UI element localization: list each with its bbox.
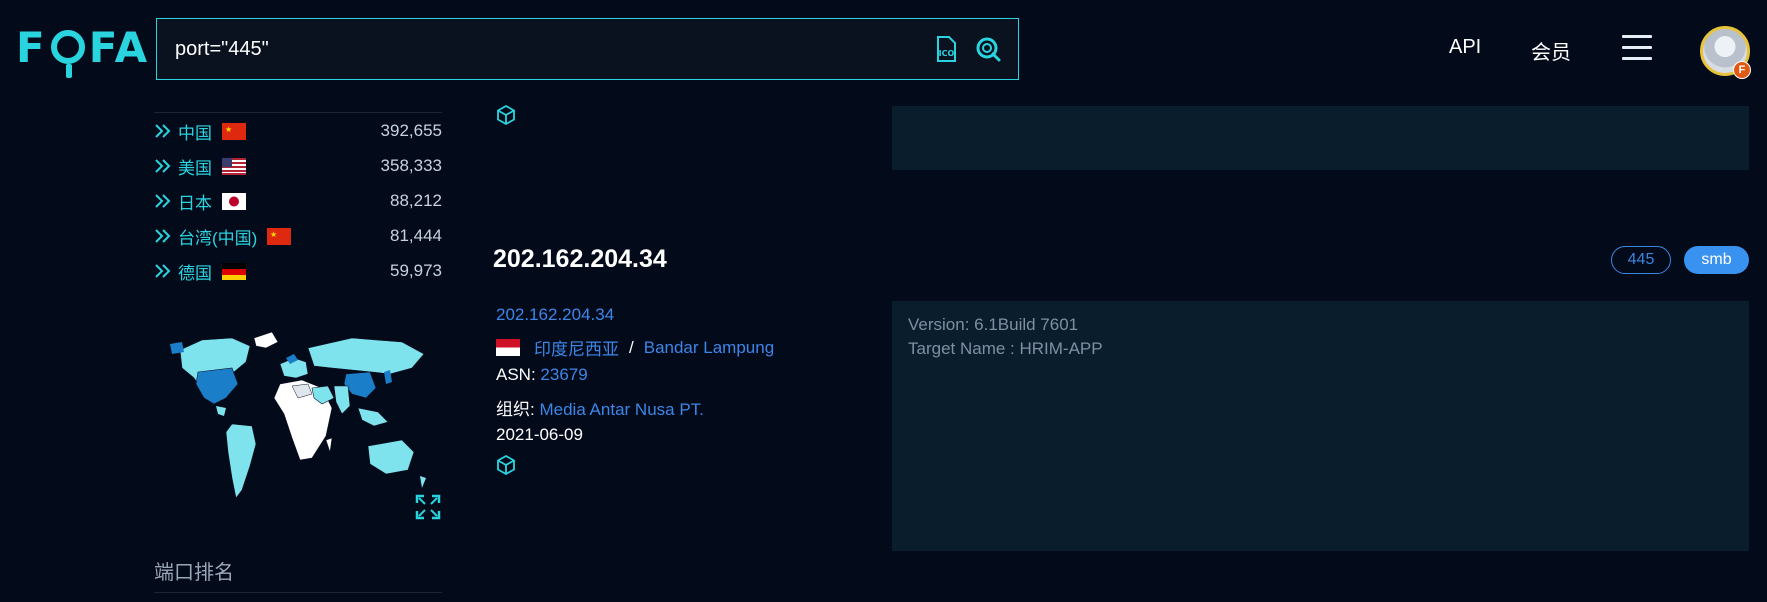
asn-row: ASN: 23679 xyxy=(496,365,588,385)
result-ip-title[interactable]: 202.162.204.34 xyxy=(493,245,667,274)
location-row: 印度尼西亚 / Bandar Lampung xyxy=(496,335,774,360)
asn-label: ASN: xyxy=(496,365,536,384)
search-actions: ICO xyxy=(932,35,1018,63)
org-label: 组织: xyxy=(496,400,535,419)
country-name: 日本 xyxy=(178,193,212,213)
avatar-badge: F xyxy=(1733,61,1751,79)
fullscreen-icon[interactable] xyxy=(415,494,441,520)
menu-icon[interactable] xyxy=(1622,34,1652,60)
indonesia-flag-icon xyxy=(496,339,520,356)
banner-text: Version: 6.1Build 7601 Target Name : HRI… xyxy=(908,313,1103,361)
country-name: 中国 xyxy=(178,123,212,143)
ip-link-row: 202.162.204.34 xyxy=(496,305,614,325)
nav-api-link[interactable]: API xyxy=(1449,36,1481,59)
org-row: 组织: Media Antar Nusa PT. xyxy=(496,395,704,420)
usa-flag-icon xyxy=(222,157,246,175)
city-link[interactable]: Bandar Lampung xyxy=(644,338,774,358)
search-input[interactable] xyxy=(157,36,932,62)
cube-icon[interactable] xyxy=(495,104,517,126)
country-count: 88,212 xyxy=(390,191,442,210)
banner-panel[interactable]: Version: 6.1Build 7601 Target Name : HRI… xyxy=(892,301,1749,551)
country-name: 德国 xyxy=(178,263,212,283)
port-tag[interactable]: 445 xyxy=(1611,246,1671,274)
location-separator: / xyxy=(629,337,634,357)
svg-text:ICO: ICO xyxy=(939,49,955,58)
country-row-germany[interactable]: 德国 59,973 xyxy=(154,256,442,286)
svg-text:★: ★ xyxy=(225,125,232,134)
country-row-usa[interactable]: 美国 358,333 xyxy=(154,151,442,181)
country-count: 81,444 xyxy=(390,226,442,245)
country-name: 台湾(中国) xyxy=(178,228,258,248)
search-icon[interactable] xyxy=(974,35,1002,63)
menu-bar xyxy=(1622,57,1652,60)
country-row-taiwan[interactable]: 台湾(中国) ★ 81,444 xyxy=(154,221,442,251)
banner-panel-previous xyxy=(892,106,1749,170)
double-chevron-right-icon xyxy=(155,124,171,138)
country-count: 59,973 xyxy=(390,261,442,280)
world-map[interactable] xyxy=(162,328,442,518)
double-chevron-right-icon xyxy=(155,229,171,243)
cube-icon[interactable] xyxy=(495,454,517,476)
double-chevron-right-icon xyxy=(155,159,171,173)
germany-flag-icon xyxy=(222,262,246,280)
org-link[interactable]: Media Antar Nusa PT. xyxy=(539,400,703,419)
ico-search-icon[interactable]: ICO xyxy=(932,35,960,63)
menu-bar xyxy=(1622,35,1652,38)
top-header: F FA ICO API 会员 F xyxy=(0,0,1767,100)
double-chevron-right-icon xyxy=(155,264,171,278)
double-chevron-right-icon xyxy=(155,194,171,208)
svg-text:★: ★ xyxy=(270,230,277,239)
search-bar: ICO xyxy=(156,18,1019,80)
country-row-japan[interactable]: 日本 88,212 xyxy=(154,186,442,216)
country-row-china[interactable]: 中国 ★ 392,655 xyxy=(154,116,442,146)
divider xyxy=(154,592,442,593)
china-flag-icon: ★ xyxy=(222,122,246,140)
country-count: 392,655 xyxy=(380,121,442,140)
divider xyxy=(154,112,442,113)
port-rank-title: 端口排名 xyxy=(154,562,234,584)
country-name: 美国 xyxy=(178,158,212,178)
menu-bar xyxy=(1622,46,1652,49)
banner-line: Version: 6.1Build 7601 xyxy=(908,315,1079,334)
country-count: 358,333 xyxy=(380,156,442,175)
fofa-logo[interactable]: F FA xyxy=(16,22,150,78)
ip-link[interactable]: 202.162.204.34 xyxy=(496,305,614,324)
banner-line: Target Name : HRIM-APP xyxy=(908,339,1103,358)
japan-flag-icon xyxy=(222,192,246,210)
protocol-tag[interactable]: smb xyxy=(1684,246,1749,274)
asn-link[interactable]: 23679 xyxy=(540,365,587,384)
logo-letters-fa: FA xyxy=(88,22,150,72)
logo-letter-f: F xyxy=(16,22,47,72)
country-link[interactable]: 印度尼西亚 xyxy=(534,335,619,360)
china-flag-icon: ★ xyxy=(267,227,292,245)
result-date: 2021-06-09 xyxy=(496,425,583,444)
nav-member-link[interactable]: 会员 xyxy=(1531,36,1571,65)
logo-magnifier-icon xyxy=(50,30,85,78)
